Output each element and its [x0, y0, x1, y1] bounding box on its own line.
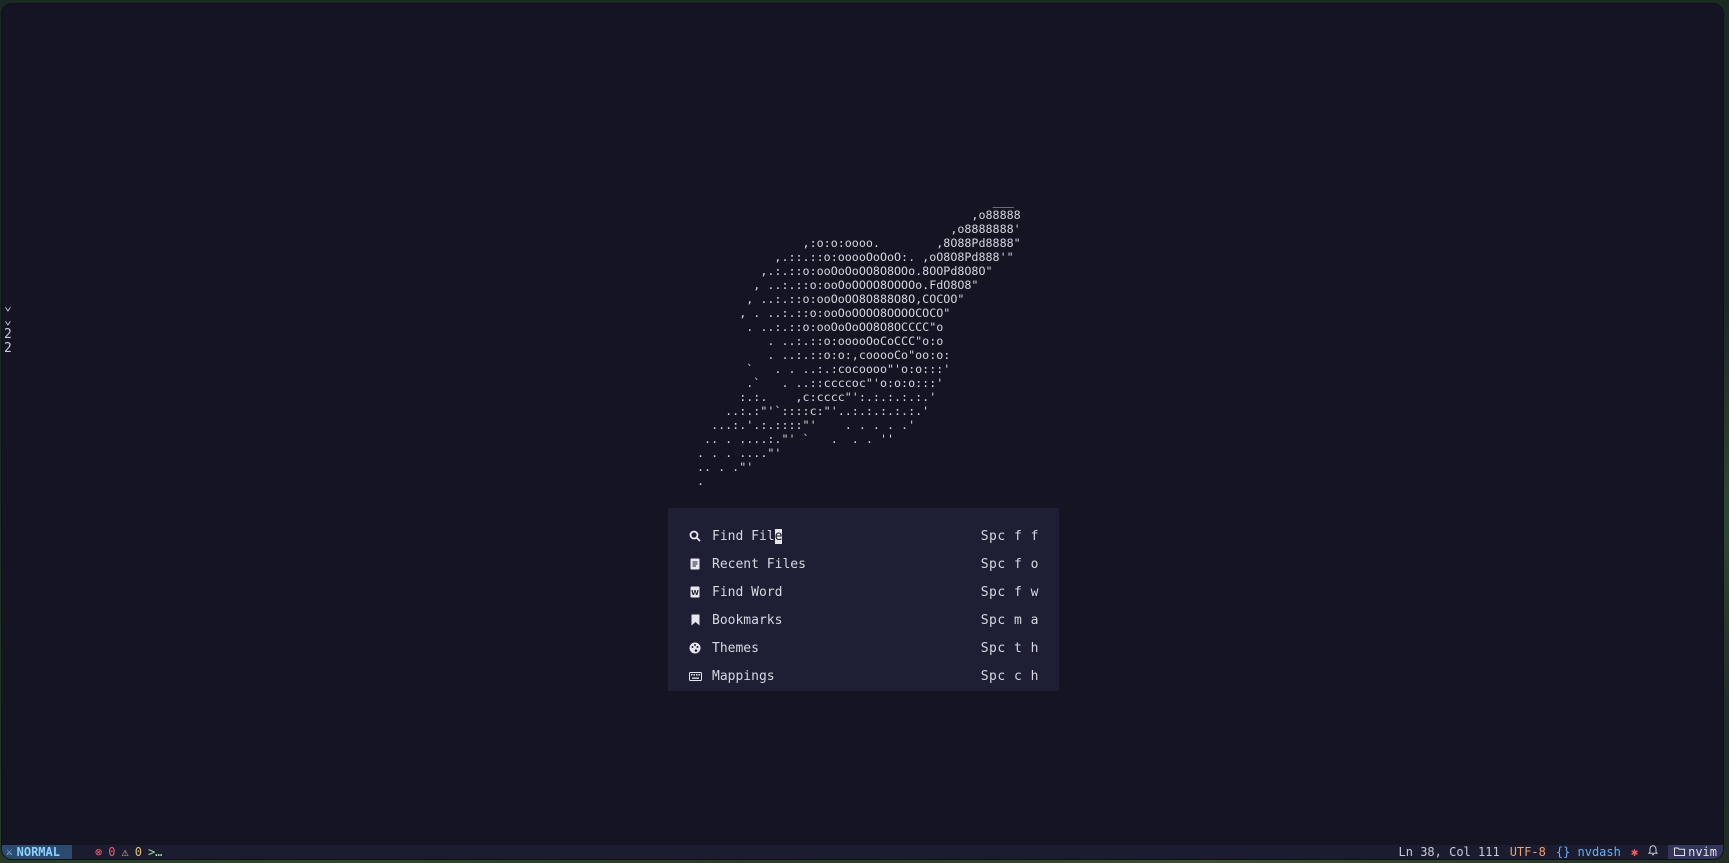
cwd-label: nvim	[1688, 845, 1717, 859]
menu-item-find-file[interactable]: Find File Spc f f	[688, 525, 1039, 547]
lsp-status: >…	[147, 845, 163, 859]
menu-item-label: Mappings	[712, 668, 775, 684]
keyboard-icon	[688, 669, 702, 683]
filetype-label: nvdash	[1577, 845, 1621, 859]
mode-label: NORMAL	[16, 845, 60, 859]
menu-item-recent-files[interactable]: Recent Files Spc f o	[688, 553, 1039, 575]
menu-item-find-word[interactable]: W Find Word Spc f w	[688, 581, 1039, 603]
dashboard-header: ___ ,o88888 ,o8888888' ,:o:o:oooo. ,8O88…	[2, 194, 1723, 488]
cwd-indicator[interactable]: nvim	[1668, 845, 1723, 859]
bell-icon[interactable]	[1648, 845, 1659, 859]
menu-item-keys: Spc f w	[980, 584, 1039, 600]
menu-item-keys: Spc f f	[980, 528, 1039, 544]
menu-item-label: Find Word	[712, 584, 783, 600]
find-file-label: Find File	[712, 528, 783, 544]
find-file-text: Find Fil	[712, 528, 775, 544]
bug-icon[interactable]: ✱	[1631, 845, 1638, 859]
ascii-art-logo: ___ ,o88888 ,o8888888' ,:o:o:oooo. ,8O88…	[697, 194, 1021, 488]
fold-marker[interactable]: ⌄	[4, 314, 12, 328]
bookmark-icon	[688, 613, 702, 627]
menu-item-label: Recent Files	[712, 556, 806, 572]
menu-item-mappings[interactable]: Mappings Spc c h	[688, 665, 1039, 687]
fold-gutter: ⌄ ⌄ 2 2	[4, 300, 12, 356]
menu-item-label: Find File	[712, 528, 981, 544]
folder-icon	[1674, 845, 1686, 859]
mode-indicator: ⚔ NORMAL	[2, 845, 72, 859]
vim-icon: ⚔	[6, 845, 13, 858]
diagnostics[interactable]: ⊗ 0 ⚠ 0 >…	[95, 845, 162, 859]
warning-icon: ⚠	[121, 845, 129, 859]
search-icon	[688, 529, 702, 543]
fold-level: 2	[4, 327, 12, 342]
nvim-window: ⌄ ⌄ 2 2 ___ ,o88888 ,o8888888' ,:o:o:ooo…	[2, 4, 1723, 859]
braces-icon: {}	[1555, 845, 1571, 859]
menu-item-keys: Spc c h	[980, 668, 1039, 684]
text-cursor: e	[774, 528, 783, 544]
filetype: {} nvdash	[1556, 845, 1621, 859]
cursor-position: Ln 38, Col 111	[1398, 845, 1500, 859]
menu-item-keys: Spc t h	[980, 640, 1039, 656]
menu-item-label: Themes	[712, 640, 759, 656]
palette-icon	[688, 641, 702, 655]
menu-item-bookmarks[interactable]: Bookmarks Spc m a	[688, 609, 1039, 631]
dashboard-menu: Find File Spc f f Recent Files Spc f o W…	[668, 508, 1059, 691]
file-icon	[688, 557, 702, 571]
menu-item-themes[interactable]: Themes Spc t h	[688, 637, 1039, 659]
status-right: Ln 38, Col 111 UTF-8 {} nvdash ✱ nvim	[1399, 845, 1723, 859]
svg-text:W: W	[691, 589, 699, 597]
fold-level: 2	[4, 341, 12, 356]
warning-count: 0	[134, 845, 142, 859]
file-encoding: UTF-8	[1509, 845, 1546, 859]
menu-item-label: Bookmarks	[712, 612, 783, 628]
error-count: 0	[108, 845, 116, 859]
menu-item-keys: Spc m a	[980, 612, 1039, 628]
word-icon: W	[688, 585, 702, 599]
status-line: ⚔ NORMAL ⊗ 0 ⚠ 0 >… Ln 38, Col 111 UTF-8…	[2, 845, 1723, 859]
error-icon: ⊗	[95, 845, 103, 859]
menu-item-keys: Spc f o	[980, 556, 1039, 572]
fold-marker[interactable]: ⌄	[4, 300, 12, 314]
